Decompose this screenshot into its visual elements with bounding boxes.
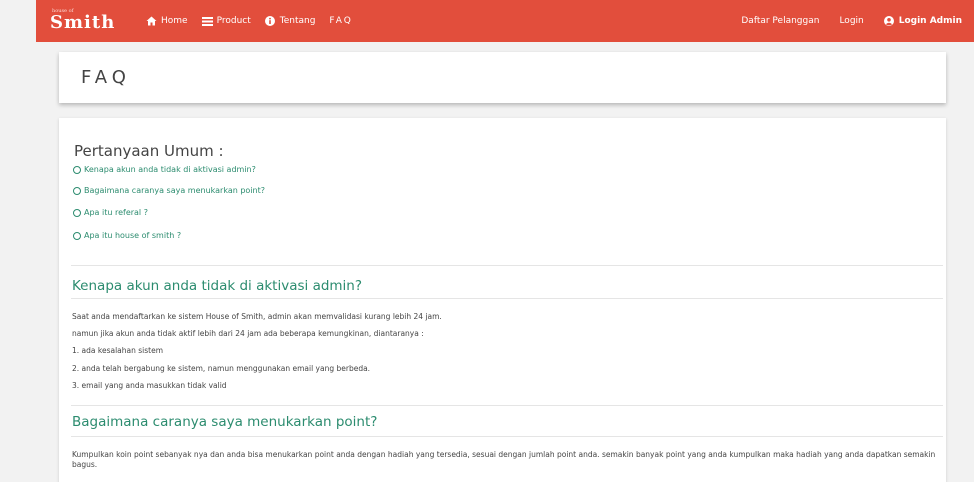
nav-product[interactable]: Product (201, 16, 251, 27)
faq-link-point[interactable]: Bagaimana caranya saya menukarkan point? (73, 186, 265, 195)
nav-right: Daftar Pelanggan Login Login Admin (721, 0, 974, 42)
brand-logo[interactable]: house of Smith (50, 6, 114, 36)
nav-daftar-label: Daftar Pelanggan (741, 16, 820, 26)
nav-faq[interactable]: FAQ (329, 16, 352, 26)
circle-icon (73, 231, 81, 240)
faq-link-aktivasi[interactable]: Kenapa akun anda tidak di aktivasi admin… (73, 165, 256, 174)
faq-link-label: Apa itu house of smith ? (84, 231, 182, 240)
faq-content-card: Pertanyaan Umum : Kenapa akun anda tidak… (59, 118, 946, 482)
nav-daftar-pelanggan[interactable]: Daftar Pelanggan (741, 16, 819, 26)
nav-tentang-label: Tentang (279, 16, 316, 26)
faq-link-label: Bagaimana caranya saya menukarkan point? (84, 186, 265, 195)
answer-text-line: namun jika akun anda tidak aktif lebih d… (72, 329, 424, 338)
faq-link-label: Kenapa akun anda tidak di aktivasi admin… (84, 165, 256, 174)
brand-main-text: Smith (50, 12, 116, 33)
nav-home[interactable]: Home (146, 16, 188, 27)
divider (71, 265, 943, 266)
nav-login-admin[interactable]: Login Admin (884, 16, 962, 27)
divider (71, 298, 943, 299)
page-title: FAQ (81, 67, 131, 88)
faq-link-label: Apa itu referal ? (84, 208, 148, 217)
faq-link-referal[interactable]: Apa itu referal ? (73, 208, 148, 217)
page-header-card: FAQ (59, 52, 946, 103)
list-icon (201, 16, 213, 27)
nav-product-label: Product (216, 16, 251, 26)
circle-icon (73, 186, 81, 195)
nav-tentang[interactable]: Tentang (265, 16, 316, 27)
answer-text-line: Saat anda mendaftarkan ke sistem House o… (72, 312, 442, 321)
general-questions-title: Pertanyaan Umum : (74, 142, 224, 160)
user-circle-icon (884, 16, 895, 27)
answer-text-line: Kumpulkan koin point sebanyak nya dan an… (72, 450, 936, 469)
answer-text-line: 3. email yang anda masukkan tidak valid (72, 381, 227, 390)
answer-text-line: 1. ada kesalahan sistem (72, 346, 163, 355)
faq-link-house-of-smith[interactable]: Apa itu house of smith ? (73, 231, 181, 240)
divider (71, 436, 943, 437)
top-navbar: house of Smith Home Product Tentang FAQ (36, 0, 974, 42)
nav-left: Home Product Tentang FAQ (146, 0, 367, 42)
nav-faq-label: FAQ (329, 16, 353, 26)
answer-title-aktivasi: Kenapa akun anda tidak di aktivasi admin… (72, 278, 363, 294)
nav-home-label: Home (161, 16, 188, 26)
nav-login-label: Login (839, 16, 864, 26)
circle-icon (73, 165, 81, 174)
divider (71, 405, 943, 406)
circle-icon (73, 208, 81, 217)
answer-text-line: 2. anda telah bergabung ke sistem, namun… (72, 364, 371, 373)
home-icon (146, 16, 157, 27)
nav-login[interactable]: Login (839, 16, 863, 26)
answer-title-point: Bagaimana caranya saya menukarkan point? (72, 414, 378, 430)
nav-login-admin-label: Login Admin (898, 16, 962, 26)
info-icon (265, 16, 276, 27)
